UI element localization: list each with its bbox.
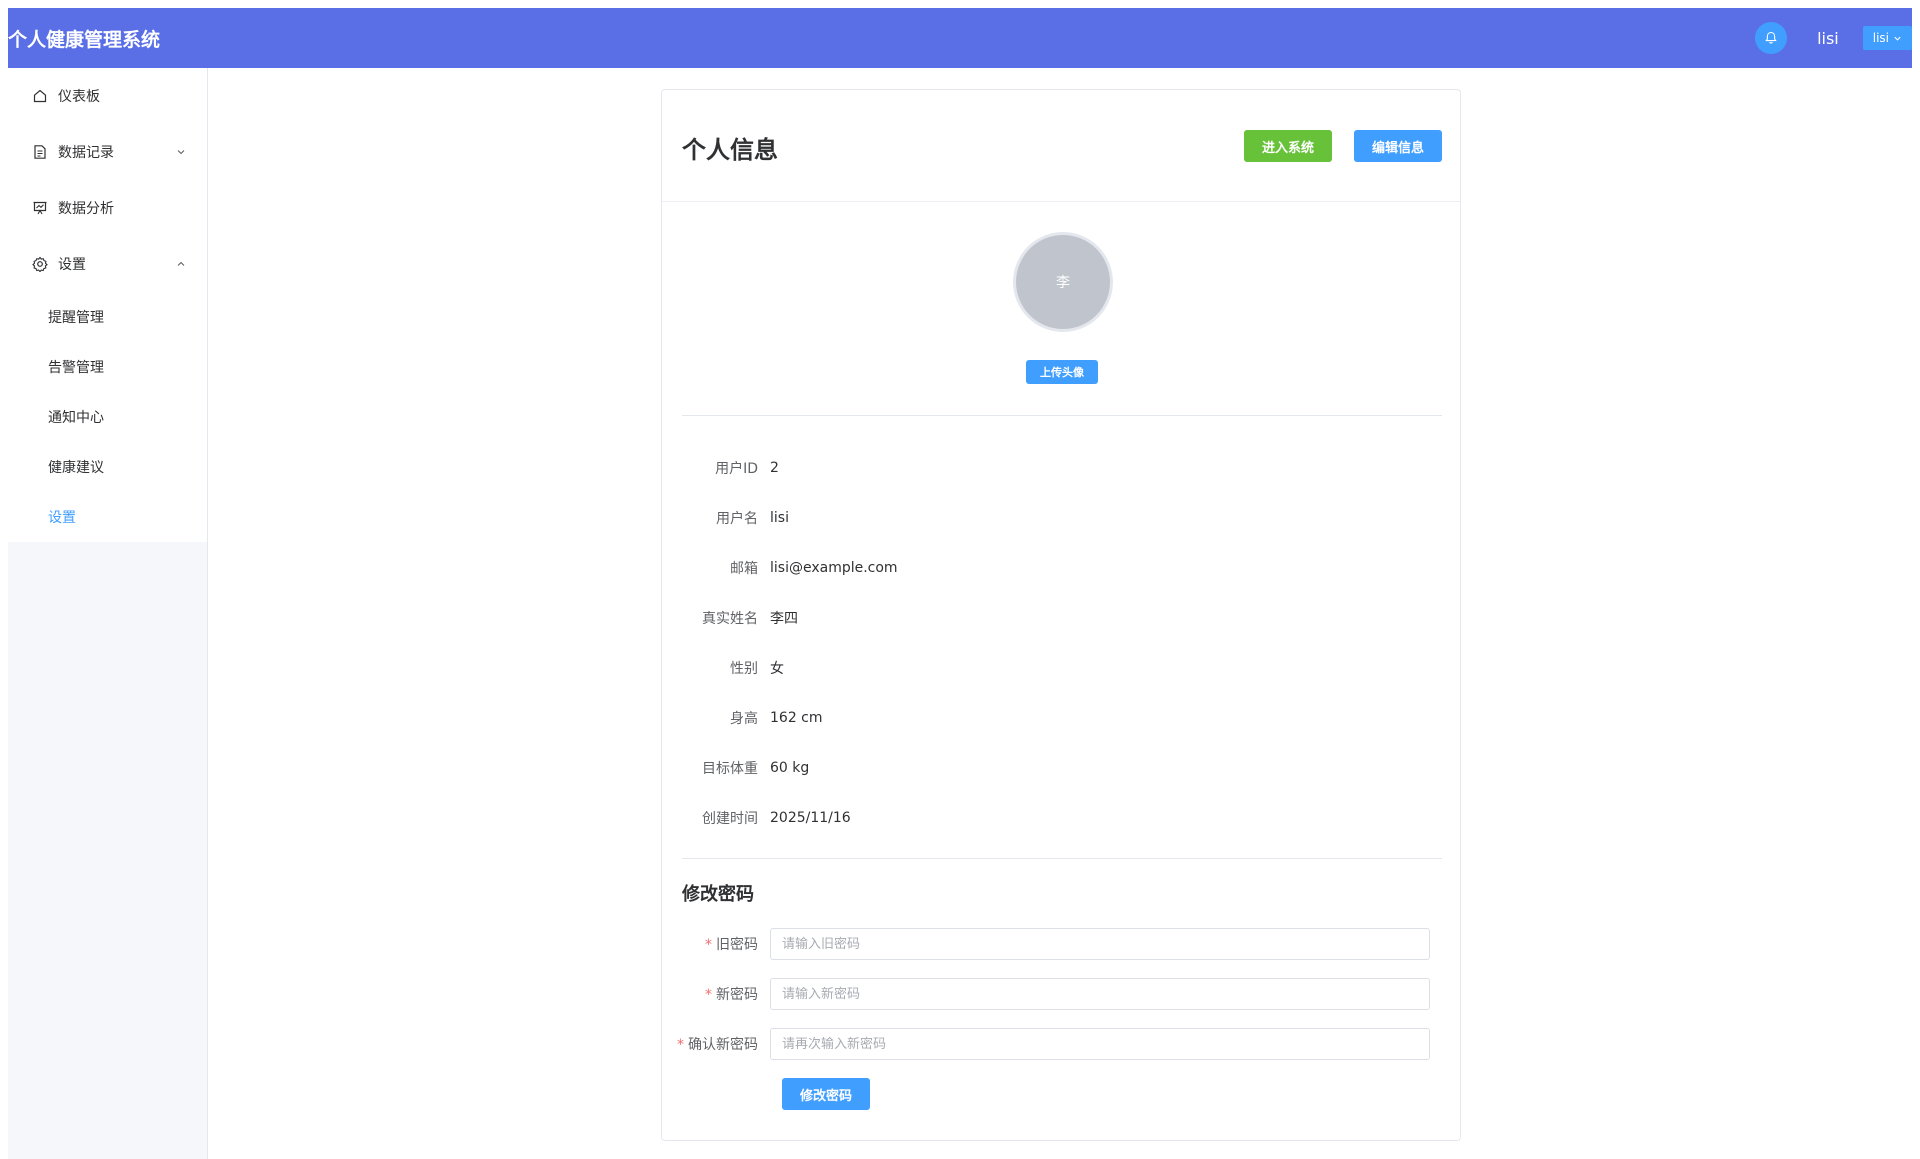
confirm-password-input[interactable] [770, 1028, 1430, 1060]
sidebar-item-label: 数据记录 [58, 145, 114, 161]
sidebar-subitem-label: 告警管理 [48, 360, 104, 376]
confirm-password-label: * 确认新密码 [662, 1034, 770, 1054]
sidebar-item-data-records[interactable]: 数据记录 [8, 124, 207, 180]
info-row-created-at: 创建时间 2025/11/16 [662, 793, 1462, 843]
avatar-section: 李 上传头像 [662, 202, 1462, 416]
info-value: 2025/11/16 [770, 810, 851, 826]
app-frame: 个人健康管理系统 lisi lisi 仪表板 数据记录 数据分析 设置 提醒管理… [8, 8, 1912, 1159]
profile-card: 个人信息 进入系统 编辑信息 李 上传头像 用户ID 2 用户名 lisi 邮箱… [661, 89, 1461, 1141]
info-label: 用户名 [716, 511, 758, 527]
new-password-input[interactable] [770, 978, 1430, 1010]
required-marker: * [705, 937, 712, 953]
avatar: 李 [1013, 232, 1113, 332]
header-username: lisi [1817, 28, 1839, 48]
new-password-label-text: 新密码 [716, 987, 758, 1003]
info-label: 创建时间 [702, 811, 758, 827]
info-row-height: 身高 162 cm [662, 693, 1462, 743]
info-value: lisi@example.com [770, 560, 898, 576]
info-label: 身高 [730, 711, 758, 727]
sidebar-item-label: 仪表板 [58, 89, 100, 105]
info-value: 162 cm [770, 710, 823, 726]
info-value: 女 [770, 661, 784, 677]
old-password-label: * 旧密码 [662, 934, 770, 954]
required-marker: * [705, 987, 712, 1003]
top-header: 个人健康管理系统 lisi lisi [8, 8, 1912, 68]
divider [682, 858, 1442, 859]
info-row-user-id: 用户ID 2 [662, 443, 1462, 493]
new-password-row: * 新密码 [662, 978, 1462, 1010]
confirm-password-label-text: 确认新密码 [688, 1037, 758, 1053]
sidebar-item-label: 设置 [58, 257, 86, 273]
info-label: 性别 [730, 661, 758, 677]
sidebar-subitem-label: 提醒管理 [48, 310, 104, 326]
info-value: 60 kg [770, 760, 810, 776]
sidebar-subitem-reminders[interactable]: 提醒管理 [8, 292, 207, 342]
change-password-button[interactable]: 修改密码 [782, 1078, 870, 1110]
chevron-down-icon [177, 150, 185, 155]
sidebar-subitem-label: 通知中心 [48, 410, 104, 426]
new-password-label: * 新密码 [662, 984, 770, 1004]
enter-system-button[interactable]: 进入系统 [1244, 130, 1332, 162]
info-row-real-name: 真实姓名 李四 [662, 593, 1462, 643]
sidebar-subitem-label: 健康建议 [48, 460, 104, 476]
sidebar-item-data-analysis[interactable]: 数据分析 [8, 180, 207, 236]
info-label: 目标体重 [702, 761, 758, 777]
info-value: lisi [770, 510, 789, 526]
info-label: 真实姓名 [702, 611, 758, 627]
sidebar-subitem-settings[interactable]: 设置 [8, 492, 207, 542]
info-row-username: 用户名 lisi [662, 493, 1462, 543]
sidebar-item-label: 数据分析 [58, 201, 114, 217]
sidebar-item-dashboard[interactable]: 仪表板 [8, 68, 207, 124]
app-title: 个人健康管理系统 [8, 28, 161, 51]
card-header: 个人信息 进入系统 编辑信息 [662, 90, 1460, 202]
document-icon [32, 144, 48, 160]
info-row-gender: 性别 女 [662, 643, 1462, 693]
old-password-label-text: 旧密码 [716, 937, 758, 953]
required-marker: * [677, 1037, 684, 1053]
sidebar-item-settings[interactable]: 设置 [8, 236, 207, 292]
gear-icon [32, 256, 48, 272]
sidebar-subitem-notifications[interactable]: 通知中心 [8, 392, 207, 442]
sidebar-menu: 仪表板 数据记录 数据分析 设置 提醒管理 告警管理 通知中心 健康建议 设置 [8, 68, 207, 542]
header-right: lisi lisi [1755, 8, 1912, 68]
change-password-title: 修改密码 [682, 884, 754, 905]
info-row-email: 邮箱 lisi@example.com [662, 543, 1462, 593]
info-row-target-weight: 目标体重 60 kg [662, 743, 1462, 793]
old-password-row: * 旧密码 [662, 928, 1462, 960]
bell-icon [1765, 31, 1777, 44]
sidebar-subitem-label: 设置 [48, 510, 76, 526]
edit-info-button[interactable]: 编辑信息 [1354, 130, 1442, 162]
info-label: 邮箱 [730, 561, 758, 577]
sidebar-subitem-alerts[interactable]: 告警管理 [8, 342, 207, 392]
sidebar: 仪表板 数据记录 数据分析 设置 提醒管理 告警管理 通知中心 健康建议 设置 [8, 68, 208, 1159]
page-title: 个人信息 [682, 136, 778, 164]
chevron-up-icon [177, 261, 185, 266]
chevron-down-icon [1894, 36, 1901, 41]
user-dropdown-label: lisi [1872, 31, 1889, 45]
user-dropdown-button[interactable]: lisi [1862, 26, 1912, 50]
notification-bell-button[interactable] [1755, 22, 1788, 54]
old-password-input[interactable] [770, 928, 1430, 960]
sidebar-subitem-health-advice[interactable]: 健康建议 [8, 442, 207, 492]
home-icon [32, 88, 48, 104]
info-value: 李四 [770, 611, 798, 627]
info-label: 用户ID [715, 461, 758, 477]
upload-avatar-button[interactable]: 上传头像 [1026, 360, 1098, 384]
presentation-chart-icon [32, 200, 48, 216]
divider [682, 415, 1442, 416]
confirm-password-row: * 确认新密码 [662, 1028, 1462, 1060]
info-value: 2 [770, 460, 779, 476]
